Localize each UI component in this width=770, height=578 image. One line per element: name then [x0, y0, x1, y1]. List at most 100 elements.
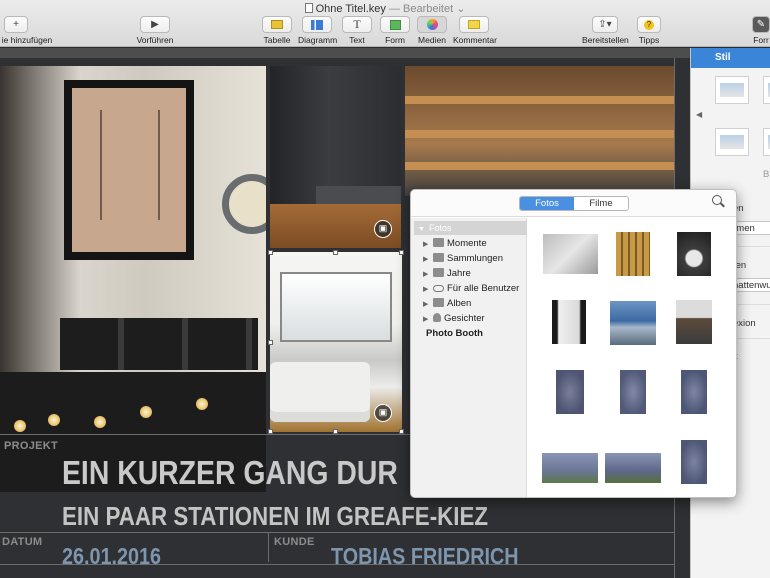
photo-thumbnail-cityview[interactable] [610, 301, 656, 345]
sofa [270, 362, 370, 422]
tips-label: Tipps [638, 35, 660, 45]
format-button[interactable]: ✎ Forr [752, 16, 770, 45]
disclosure-triangle-icon[interactable]: ▶ [423, 268, 433, 282]
photo-thumbnail-fence[interactable] [616, 232, 650, 276]
media-browser-header: Fotos Filme [411, 190, 736, 217]
tips-icon: ? [637, 16, 661, 33]
document-status: — Bearbeitet [388, 3, 454, 15]
source-header-photos[interactable]: ▼ Fotos [414, 221, 527, 235]
tab-movies[interactable]: Filme [574, 197, 628, 210]
paintbrush-icon: ✎ [752, 16, 770, 33]
slide-headline[interactable]: EIN KURZER GANG DUR [62, 454, 398, 492]
source-item-collections[interactable]: ▶ Sammlungen [423, 252, 503, 266]
style-preset-thumbnail[interactable] [715, 128, 749, 156]
table-icon [262, 16, 292, 33]
image-placeholder-icon[interactable]: ▣ [374, 220, 392, 238]
style-preset-thumbnail[interactable] [763, 128, 770, 156]
plus-icon: + [4, 16, 28, 33]
photo-bathroom[interactable]: ▣ [270, 66, 401, 248]
photo-thumbnail-tree[interactable] [681, 370, 707, 414]
source-item-faces[interactable]: ▶ Gesichter [423, 312, 485, 326]
selection-handle[interactable] [399, 250, 404, 255]
photo-thumbnail-object[interactable] [677, 232, 711, 276]
search-icon[interactable] [712, 195, 726, 209]
media-browser-popover: Fotos Filme ▼ Fotos ▶ Momente ▶ Sammlungen … [410, 189, 737, 498]
photo-thumbnail-tree[interactable] [681, 440, 707, 484]
divider [268, 532, 269, 562]
disclosure-triangle-icon[interactable]: ▶ [423, 313, 433, 327]
media-source-list: ▼ Fotos ▶ Momente ▶ Sammlungen ▶ Jahre ▶ Für … [411, 218, 527, 497]
roof-beam [405, 162, 675, 170]
source-item-moments[interactable]: ▶ Momente [423, 237, 487, 251]
photo-thumbnail-building[interactable] [676, 300, 712, 344]
person-icon [433, 313, 441, 322]
date-value[interactable]: 26.01.2016 [62, 543, 161, 570]
disclosure-triangle-icon[interactable]: ▶ [423, 238, 433, 252]
album-icon [433, 298, 444, 307]
chart-button[interactable]: Diagramm [298, 16, 337, 45]
photo-thumbnail-tree[interactable] [556, 370, 584, 414]
selection-handle[interactable] [268, 340, 273, 345]
cloud-icon [433, 285, 444, 292]
source-label: Gesichter [444, 313, 485, 324]
framed-print [64, 80, 194, 260]
window-title: Ohne Titel.key — Bearbeitet ⌄ [0, 2, 770, 15]
photo-wooden-roof[interactable] [405, 66, 675, 196]
text-button[interactable]: T Text [341, 16, 373, 45]
date-label: DATUM [2, 536, 43, 548]
source-item-photo-booth[interactable]: Photo Booth [426, 328, 483, 339]
roof-beam [405, 130, 675, 138]
comment-button[interactable]: Kommentar [453, 16, 497, 45]
table-button[interactable]: Tabelle [261, 16, 293, 45]
chevron-down-icon[interactable]: ⌄ [456, 3, 465, 15]
client-value[interactable]: TOBIAS FRIEDRICH [331, 543, 519, 570]
shadow-value: hattenwu [733, 280, 770, 291]
calendar-icon [433, 268, 444, 277]
landscape-icon [433, 238, 444, 247]
roof-beam [405, 96, 675, 104]
landscape-icon [433, 253, 444, 262]
chevron-left-icon[interactable]: ◀ [696, 110, 702, 119]
selection-handle[interactable] [268, 250, 273, 255]
document-name: Ohne Titel.key [315, 3, 386, 15]
chart-icon [302, 16, 332, 33]
source-label: Jahre [447, 268, 471, 279]
photo-thumbnail-tree[interactable] [605, 453, 661, 483]
format-label: Forr [753, 35, 769, 45]
document-icon [304, 3, 313, 13]
tab-photos[interactable]: Fotos [520, 197, 574, 210]
play-button[interactable]: ▶ Vorführen [134, 16, 176, 45]
text-label: Text [349, 35, 365, 45]
window [280, 272, 392, 342]
source-label: Sammlungen [447, 253, 503, 264]
photo-living-room[interactable]: ▣ [270, 252, 402, 432]
disclosure-triangle-icon[interactable]: ▶ [423, 253, 433, 267]
table-label: Tabelle [263, 35, 291, 45]
selection-handle[interactable] [333, 250, 338, 255]
share-button[interactable]: ⇪▾ Bereitstellen [582, 16, 629, 45]
photo-thumbnail-shirt[interactable] [552, 300, 586, 344]
image-placeholder-icon[interactable]: ▣ [374, 404, 392, 422]
source-item-years[interactable]: ▶ Jahre [423, 267, 471, 281]
photo-thumbnail-tree[interactable] [620, 370, 646, 414]
photo-shop-interior[interactable] [0, 66, 266, 492]
shape-button[interactable]: Form [379, 16, 411, 45]
disclosure-triangle-icon[interactable]: ▶ [423, 283, 433, 297]
slide-subheadline[interactable]: EIN PAAR STATIONEN IM GREAFE-KIEZ [62, 501, 488, 532]
comment-label: Kommentar [453, 35, 497, 45]
source-item-shared[interactable]: ▶ Für alle Benutzer [423, 282, 519, 296]
style-preset-thumbnail[interactable] [763, 76, 770, 104]
source-label: Für alle Benutzer [447, 283, 520, 294]
tips-button[interactable]: ? Tipps [636, 16, 662, 45]
text-icon: T [342, 16, 372, 33]
media-button[interactable]: Medien [416, 16, 448, 45]
add-slide-button[interactable]: + ie hinzufügen [0, 16, 54, 45]
style-preset-thumbnail[interactable] [715, 76, 749, 104]
disclosure-triangle-icon[interactable]: ▶ [423, 298, 433, 312]
add-slide-label: ie hinzufügen [1, 35, 53, 45]
tab-style[interactable]: Stil [691, 48, 770, 68]
source-label: Alben [447, 298, 472, 309]
source-item-albums[interactable]: ▶ Alben [423, 297, 471, 311]
photo-thumbnail-keyboard[interactable] [543, 234, 598, 274]
photo-thumbnail-tree[interactable] [542, 453, 598, 483]
